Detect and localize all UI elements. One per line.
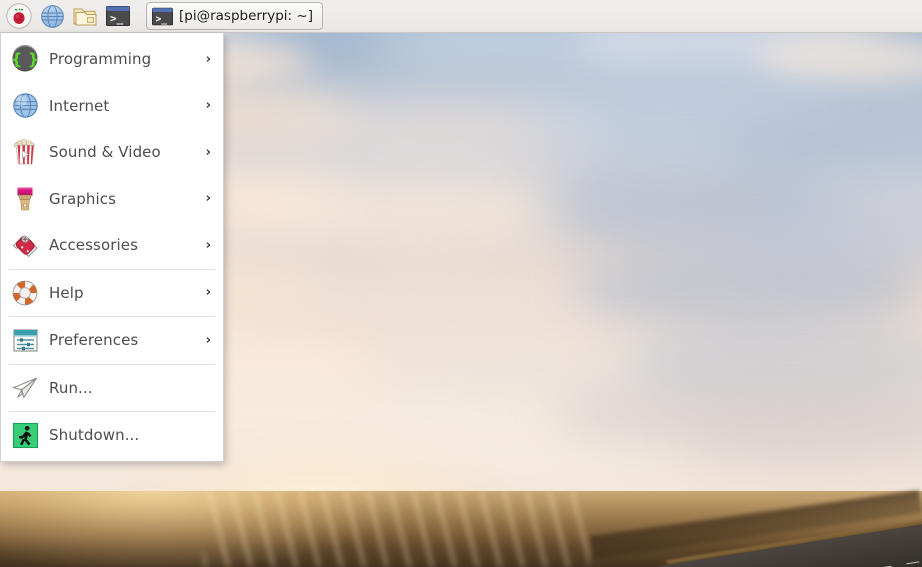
raspberry-icon [6, 3, 32, 29]
menu-item-graphics[interactable]: Graphics › [1, 176, 223, 223]
menu-item-label: Preferences [49, 331, 206, 349]
menu-item-label: Graphics [49, 190, 206, 208]
svg-text:{ }: { } [11, 50, 39, 69]
lifering-icon [10, 278, 40, 308]
taskbar-window-button[interactable]: >_ [pi@raspberrypi: ~] [146, 2, 323, 30]
chevron-right-icon: › [206, 334, 211, 347]
paintbrush-icon [10, 184, 40, 214]
terminal-icon: >_ [151, 6, 174, 27]
menu-item-label: Programming [49, 50, 206, 68]
launcher-web-browser[interactable] [37, 2, 67, 30]
braces-icon: { } [10, 44, 40, 74]
sliders-icon [10, 325, 40, 355]
menu-item-help[interactable]: Help › [1, 270, 223, 317]
taskbar: >_ >_ [pi@raspberrypi: ~] [0, 0, 922, 33]
menu-item-label: Shutdown... [49, 426, 211, 444]
exit-run-icon [10, 420, 40, 450]
menu-item-internet[interactable]: Internet › [1, 83, 223, 130]
menu-item-label: Accessories [49, 236, 206, 254]
chevron-right-icon: › [206, 192, 211, 205]
popcorn-icon [10, 137, 40, 167]
cloud [221, 176, 590, 250]
svg-text:>_: >_ [110, 12, 124, 25]
terminal-icon: >_ [105, 4, 131, 28]
menu-item-label: Help [49, 284, 206, 302]
menu-item-accessories[interactable]: Accessories › [1, 222, 223, 269]
menu-item-preferences[interactable]: Preferences › [1, 317, 223, 364]
chevron-right-icon: › [206, 239, 211, 252]
desktop-screen: >_ >_ [pi@raspberrypi: ~] { } [0, 0, 922, 567]
launcher-file-manager[interactable] [70, 2, 100, 30]
menu-item-programming[interactable]: { } Programming › [1, 36, 223, 83]
chevron-right-icon: › [206, 53, 211, 66]
globe-icon [10, 91, 40, 121]
chevron-right-icon: › [206, 99, 211, 112]
launcher-terminal[interactable]: >_ [103, 2, 133, 30]
pocketknife-icon [10, 230, 40, 260]
paperplane-icon [10, 373, 40, 403]
svg-text:>_: >_ [156, 13, 168, 24]
chevron-right-icon: › [206, 146, 211, 159]
globe-icon [40, 4, 65, 29]
menu-item-label: Sound & Video [49, 143, 206, 161]
menu-item-run[interactable]: Run... [1, 365, 223, 412]
folder-icon [72, 4, 98, 28]
launcher-raspberry-menu[interactable] [4, 2, 34, 30]
menu-item-sound-and-video[interactable]: Sound & Video › [1, 129, 223, 176]
chevron-right-icon: › [206, 286, 211, 299]
window-button-title: [pi@raspberrypi: ~] [179, 8, 313, 24]
main-menu: { } Programming › Inte [0, 33, 224, 462]
menu-item-shutdown[interactable]: Shutdown... [1, 412, 223, 459]
menu-item-label: Run... [49, 379, 211, 397]
sun-rays [203, 491, 590, 567]
menu-item-label: Internet [49, 97, 206, 115]
